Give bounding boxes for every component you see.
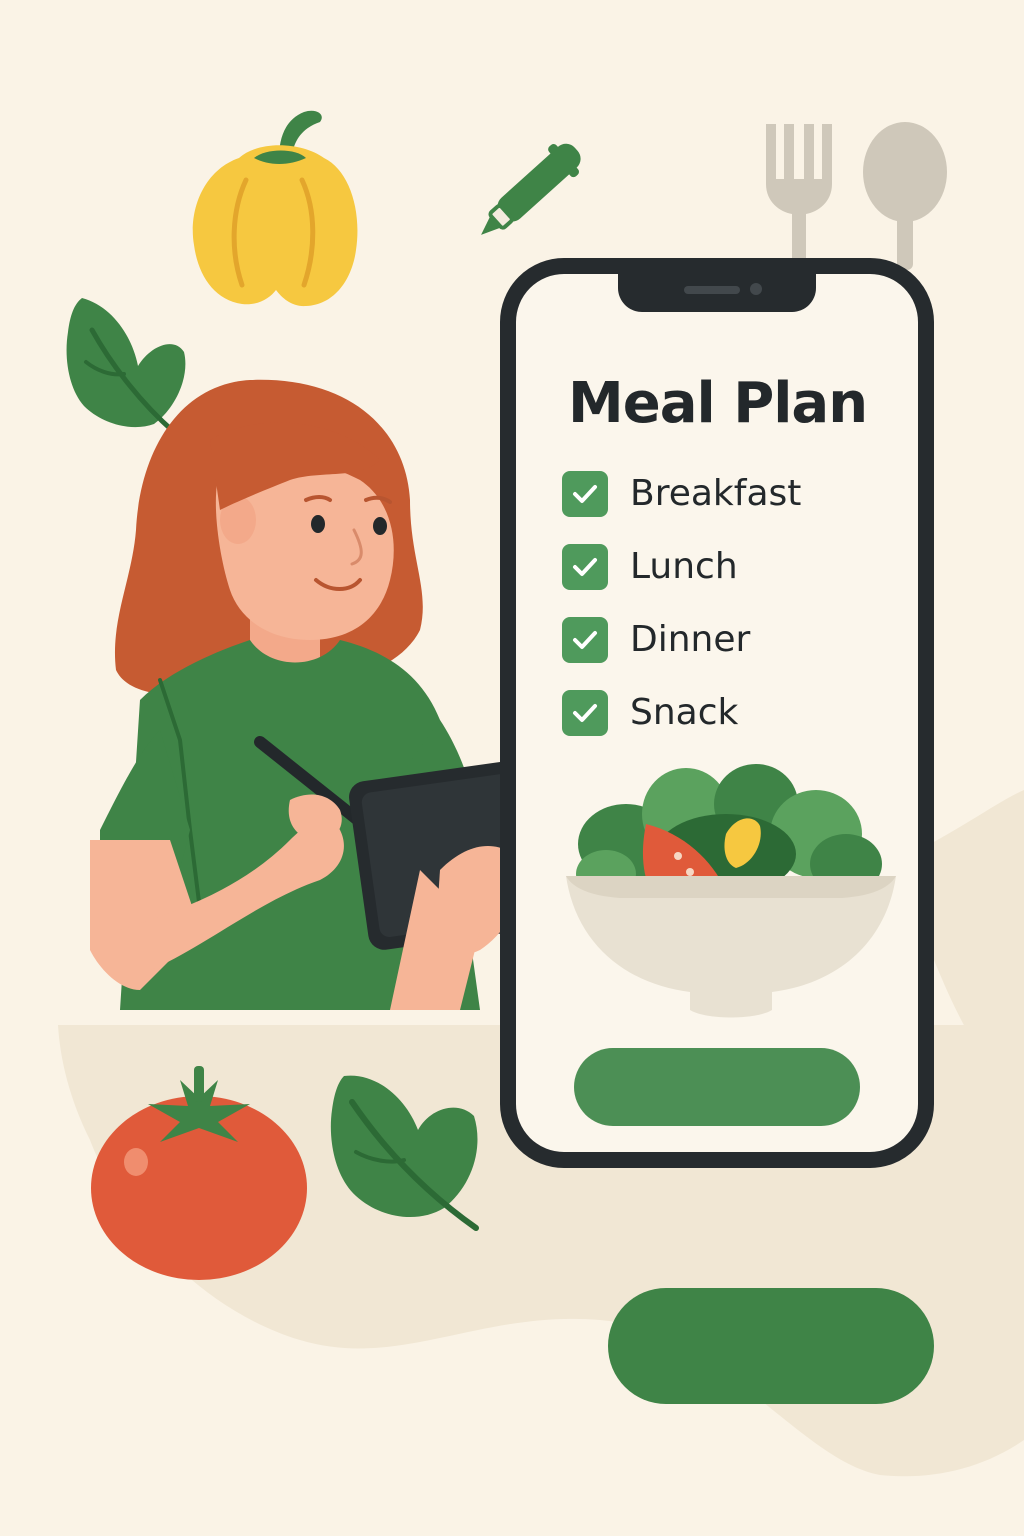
phone-camera [750, 283, 762, 295]
page-title: Meal Plan [568, 371, 868, 436]
tomato-icon [91, 1066, 307, 1280]
salad-bowl-icon [566, 764, 896, 1018]
pen-icon [481, 143, 581, 235]
checkbox-checked-icon[interactable] [562, 690, 608, 736]
checklist-item-label: Snack [630, 692, 739, 733]
checklist-item-label: Dinner [630, 619, 751, 660]
checklist-item-label: Breakfast [630, 473, 802, 514]
phone-notch [618, 274, 816, 312]
checklist-item-label: Lunch [630, 546, 738, 587]
checkbox-checked-icon[interactable] [562, 617, 608, 663]
get-started-button[interactable] [608, 1288, 934, 1404]
spoon-icon [863, 122, 947, 270]
checkbox-checked-icon[interactable] [562, 544, 608, 590]
checklist-item-lunch[interactable]: Lunch [562, 543, 801, 591]
bell-pepper-icon [192, 110, 358, 307]
checklist-item-dinner[interactable]: Dinner [562, 616, 801, 664]
phone-mockup: Meal Plan Breakfast Lunch Dinner Snack [500, 258, 934, 1168]
checkbox-checked-icon[interactable] [562, 471, 608, 517]
checklist-item-breakfast[interactable]: Breakfast [562, 470, 801, 518]
leaf-icon [330, 1075, 479, 1231]
woman-with-tablet-illustration [90, 379, 560, 1010]
meal-checklist: Breakfast Lunch Dinner Snack [562, 470, 801, 762]
checklist-item-snack[interactable]: Snack [562, 689, 801, 737]
phone-primary-button[interactable] [574, 1048, 860, 1126]
fork-icon [766, 124, 832, 260]
phone-speaker [684, 286, 740, 294]
